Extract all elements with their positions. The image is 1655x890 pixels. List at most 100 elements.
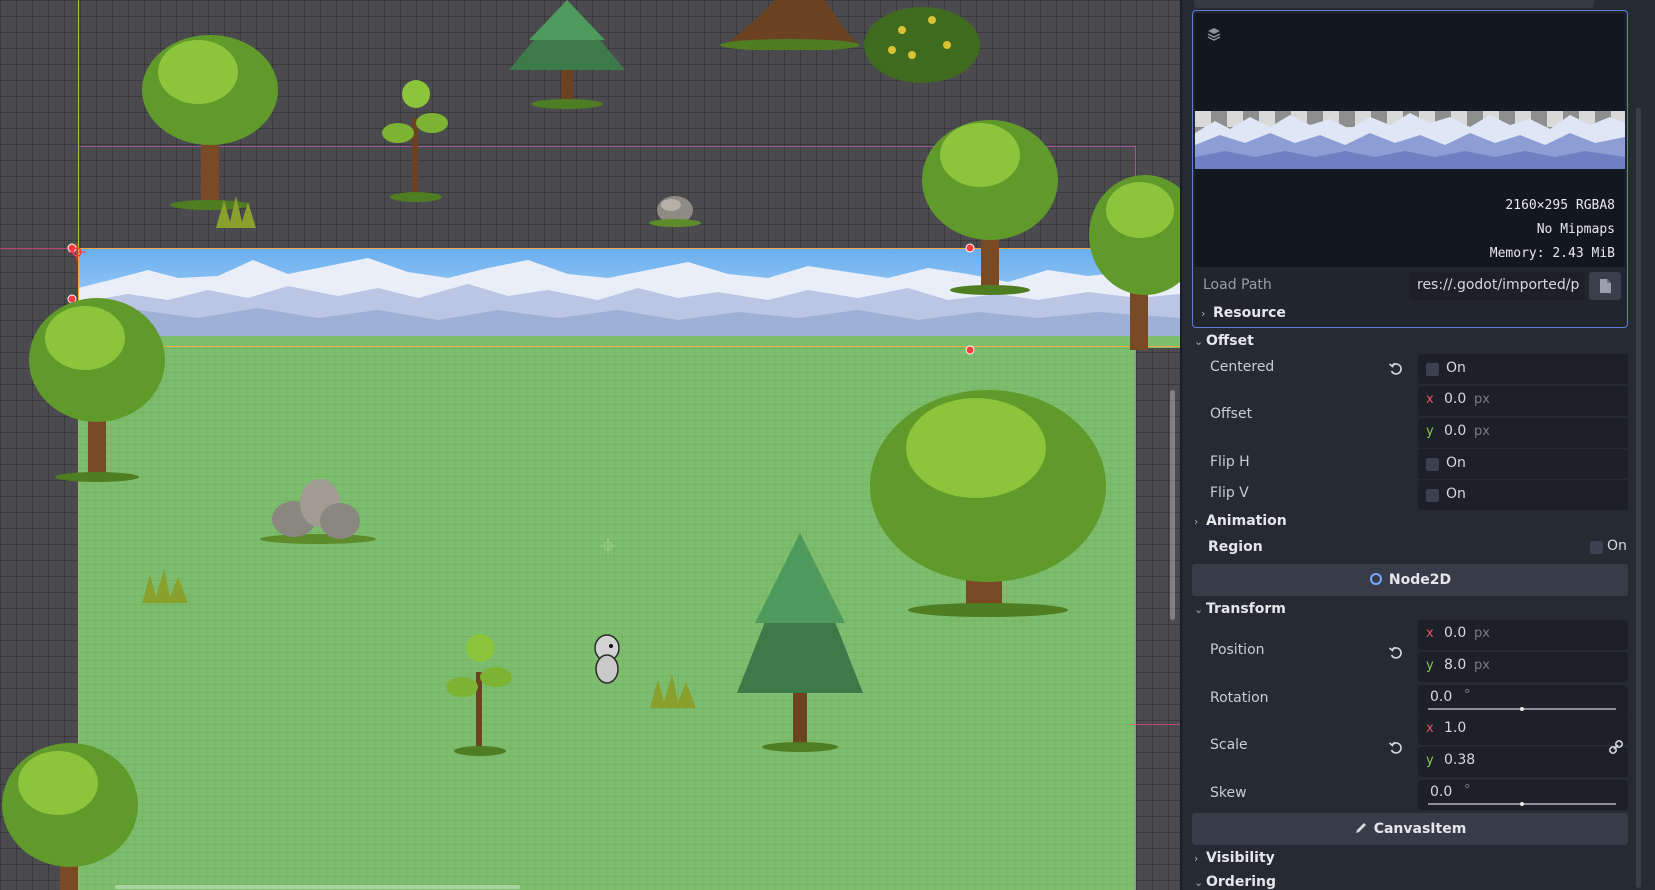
scale-y-axis: y bbox=[1426, 753, 1434, 768]
centered-label: Centered bbox=[1210, 359, 1275, 375]
visibility-section-header[interactable]: › Visibility bbox=[1194, 850, 1275, 866]
revert-icon[interactable] bbox=[1388, 740, 1404, 756]
vertical-guide bbox=[78, 0, 79, 250]
offset-x-value: 0.0 bbox=[1444, 391, 1467, 407]
node2d-class-header[interactable]: Node2D bbox=[1192, 564, 1628, 596]
offset-y-value: 0.0 bbox=[1444, 423, 1467, 439]
node2d-header-label: Node2D bbox=[1388, 572, 1452, 588]
offset-x-unit: px bbox=[1474, 392, 1490, 407]
load-path-label: Load Path bbox=[1203, 277, 1272, 293]
pivot-marker-icon[interactable] bbox=[68, 243, 86, 265]
pine-tree-sprite-lower[interactable] bbox=[735, 533, 865, 757]
offset-y-axis: y bbox=[1426, 424, 1434, 439]
texture-mipmaps-info: No Mipmaps bbox=[1536, 222, 1615, 237]
chevron-right-icon: › bbox=[1201, 307, 1206, 320]
flip-h-label: Flip H bbox=[1210, 454, 1250, 470]
sapling-tree-sprite-lower[interactable] bbox=[440, 632, 520, 761]
position-y-field[interactable]: y 8.0 px bbox=[1418, 652, 1628, 682]
load-path-field[interactable]: res://.godot/imported/p bbox=[1409, 272, 1585, 300]
viewport-horizontal-scrollbar[interactable] bbox=[115, 885, 520, 889]
canvasitem-class-header[interactable]: CanvasItem bbox=[1192, 813, 1628, 845]
selection-bottom-edge bbox=[78, 346, 1180, 347]
load-path-value: res://.godot/imported/p bbox=[1417, 277, 1579, 293]
oak-tree-sprite-edge[interactable] bbox=[1085, 165, 1180, 359]
scale-label: Scale bbox=[1210, 737, 1248, 753]
player-character-sprite[interactable] bbox=[592, 633, 622, 689]
animation-section-header[interactable]: › Animation bbox=[1194, 513, 1287, 529]
ordering-section-header[interactable]: ⌄ Ordering bbox=[1194, 874, 1276, 890]
grass-tuft-sprite-lower[interactable] bbox=[648, 670, 698, 714]
rotation-slider-field[interactable]: 0.0 ° bbox=[1418, 685, 1628, 715]
skew-value: 0.0 bbox=[1430, 784, 1453, 800]
centered-checkbox-field[interactable]: On bbox=[1418, 354, 1628, 384]
resource-section-header[interactable]: › Resource bbox=[1201, 305, 1286, 321]
region-label-text: Region bbox=[1208, 539, 1263, 555]
resize-handle-bottom-middle[interactable] bbox=[965, 345, 975, 355]
resource-section-label: Resource bbox=[1213, 305, 1286, 321]
editor-window: 2160×295 RGBA8 No Mipmaps Memory: 2.43 M… bbox=[0, 0, 1655, 890]
transform-section-header[interactable]: ⌄ Transform bbox=[1194, 601, 1286, 617]
position-x-axis: x bbox=[1426, 626, 1434, 641]
inspector-top-field[interactable] bbox=[1194, 0, 1594, 8]
texture-preview-image bbox=[1195, 111, 1625, 169]
offset-y-unit: px bbox=[1474, 424, 1490, 439]
revert-icon[interactable] bbox=[1388, 361, 1404, 377]
scene-viewport-2d[interactable] bbox=[0, 0, 1180, 890]
oak-tree-sprite-bottom-left[interactable] bbox=[0, 735, 145, 890]
region-checkbox[interactable] bbox=[1590, 541, 1603, 554]
visibility-section-label: Visibility bbox=[1206, 850, 1275, 866]
viewport-center-crosshair-icon bbox=[600, 538, 616, 554]
file-icon bbox=[1600, 279, 1611, 293]
offset-x-axis: x bbox=[1426, 392, 1434, 407]
position-x-value: 0.0 bbox=[1444, 625, 1467, 641]
offset-y-field[interactable]: y 0.0 px bbox=[1418, 418, 1628, 448]
link-icon[interactable] bbox=[1608, 739, 1624, 755]
layers-icon[interactable] bbox=[1206, 26, 1222, 42]
node2d-icon bbox=[1369, 573, 1382, 585]
skew-unit: ° bbox=[1464, 783, 1471, 798]
rock-cluster-sprite[interactable] bbox=[258, 475, 378, 549]
small-rock-sprite[interactable] bbox=[645, 192, 705, 231]
texture-memory-info: Memory: 2.43 MiB bbox=[1489, 246, 1615, 261]
bush-grass-sprite[interactable] bbox=[212, 192, 260, 236]
skew-slider-knob[interactable] bbox=[1520, 802, 1524, 806]
animation-section-label: Animation bbox=[1206, 513, 1287, 529]
rotation-slider-knob[interactable] bbox=[1520, 707, 1524, 711]
oak-tree-sprite-right[interactable] bbox=[918, 105, 1063, 299]
rotation-value: 0.0 bbox=[1430, 689, 1453, 705]
rotation-unit: ° bbox=[1464, 688, 1471, 703]
offset-label: Offset bbox=[1210, 406, 1253, 422]
offset-x-field[interactable]: x 0.0 px bbox=[1418, 386, 1628, 416]
flip-v-checkbox[interactable] bbox=[1426, 489, 1439, 502]
position-y-unit: px bbox=[1474, 658, 1490, 673]
flip-h-checkbox-field[interactable]: On bbox=[1418, 449, 1628, 479]
rotation-label: Rotation bbox=[1210, 690, 1269, 706]
flip-h-value: On bbox=[1446, 455, 1466, 471]
grass-tuft-sprite[interactable] bbox=[140, 565, 190, 609]
revert-icon[interactable] bbox=[1388, 645, 1404, 661]
berry-bush-sprite[interactable] bbox=[862, 0, 982, 89]
scale-y-value: 0.38 bbox=[1444, 752, 1476, 768]
tree-stump-sprite[interactable] bbox=[715, 0, 865, 54]
scale-y-field[interactable]: y 0.38 bbox=[1418, 747, 1628, 777]
position-x-unit: px bbox=[1474, 626, 1490, 641]
oak-tree-sprite-left[interactable] bbox=[25, 288, 170, 487]
inspector-panel: 2160×295 RGBA8 No Mipmaps Memory: 2.43 M… bbox=[1180, 0, 1655, 890]
sapling-tree-sprite[interactable] bbox=[376, 78, 456, 207]
skew-slider-field[interactable]: 0.0 ° bbox=[1418, 780, 1628, 810]
viewport-vertical-scrollbar[interactable] bbox=[1170, 390, 1175, 620]
flip-v-label: Flip V bbox=[1210, 485, 1249, 501]
flip-h-checkbox[interactable] bbox=[1426, 458, 1439, 471]
centered-checkbox[interactable] bbox=[1426, 363, 1439, 376]
offset-section-header[interactable]: ⌄ Offset bbox=[1194, 333, 1254, 349]
horizontal-guide-right bbox=[1130, 724, 1180, 725]
big-oak-tree-sprite[interactable] bbox=[866, 388, 1111, 622]
pine-tree-sprite[interactable] bbox=[505, 0, 630, 114]
load-path-file-button[interactable] bbox=[1589, 272, 1621, 300]
position-x-field[interactable]: x 0.0 px bbox=[1418, 620, 1628, 650]
centered-value: On bbox=[1446, 360, 1466, 376]
oak-tree-sprite[interactable] bbox=[138, 20, 283, 214]
inspector-scrollbar[interactable] bbox=[1636, 108, 1641, 888]
flip-v-checkbox-field[interactable]: On bbox=[1418, 480, 1628, 510]
scale-x-field[interactable]: x 1.0 bbox=[1418, 715, 1628, 745]
